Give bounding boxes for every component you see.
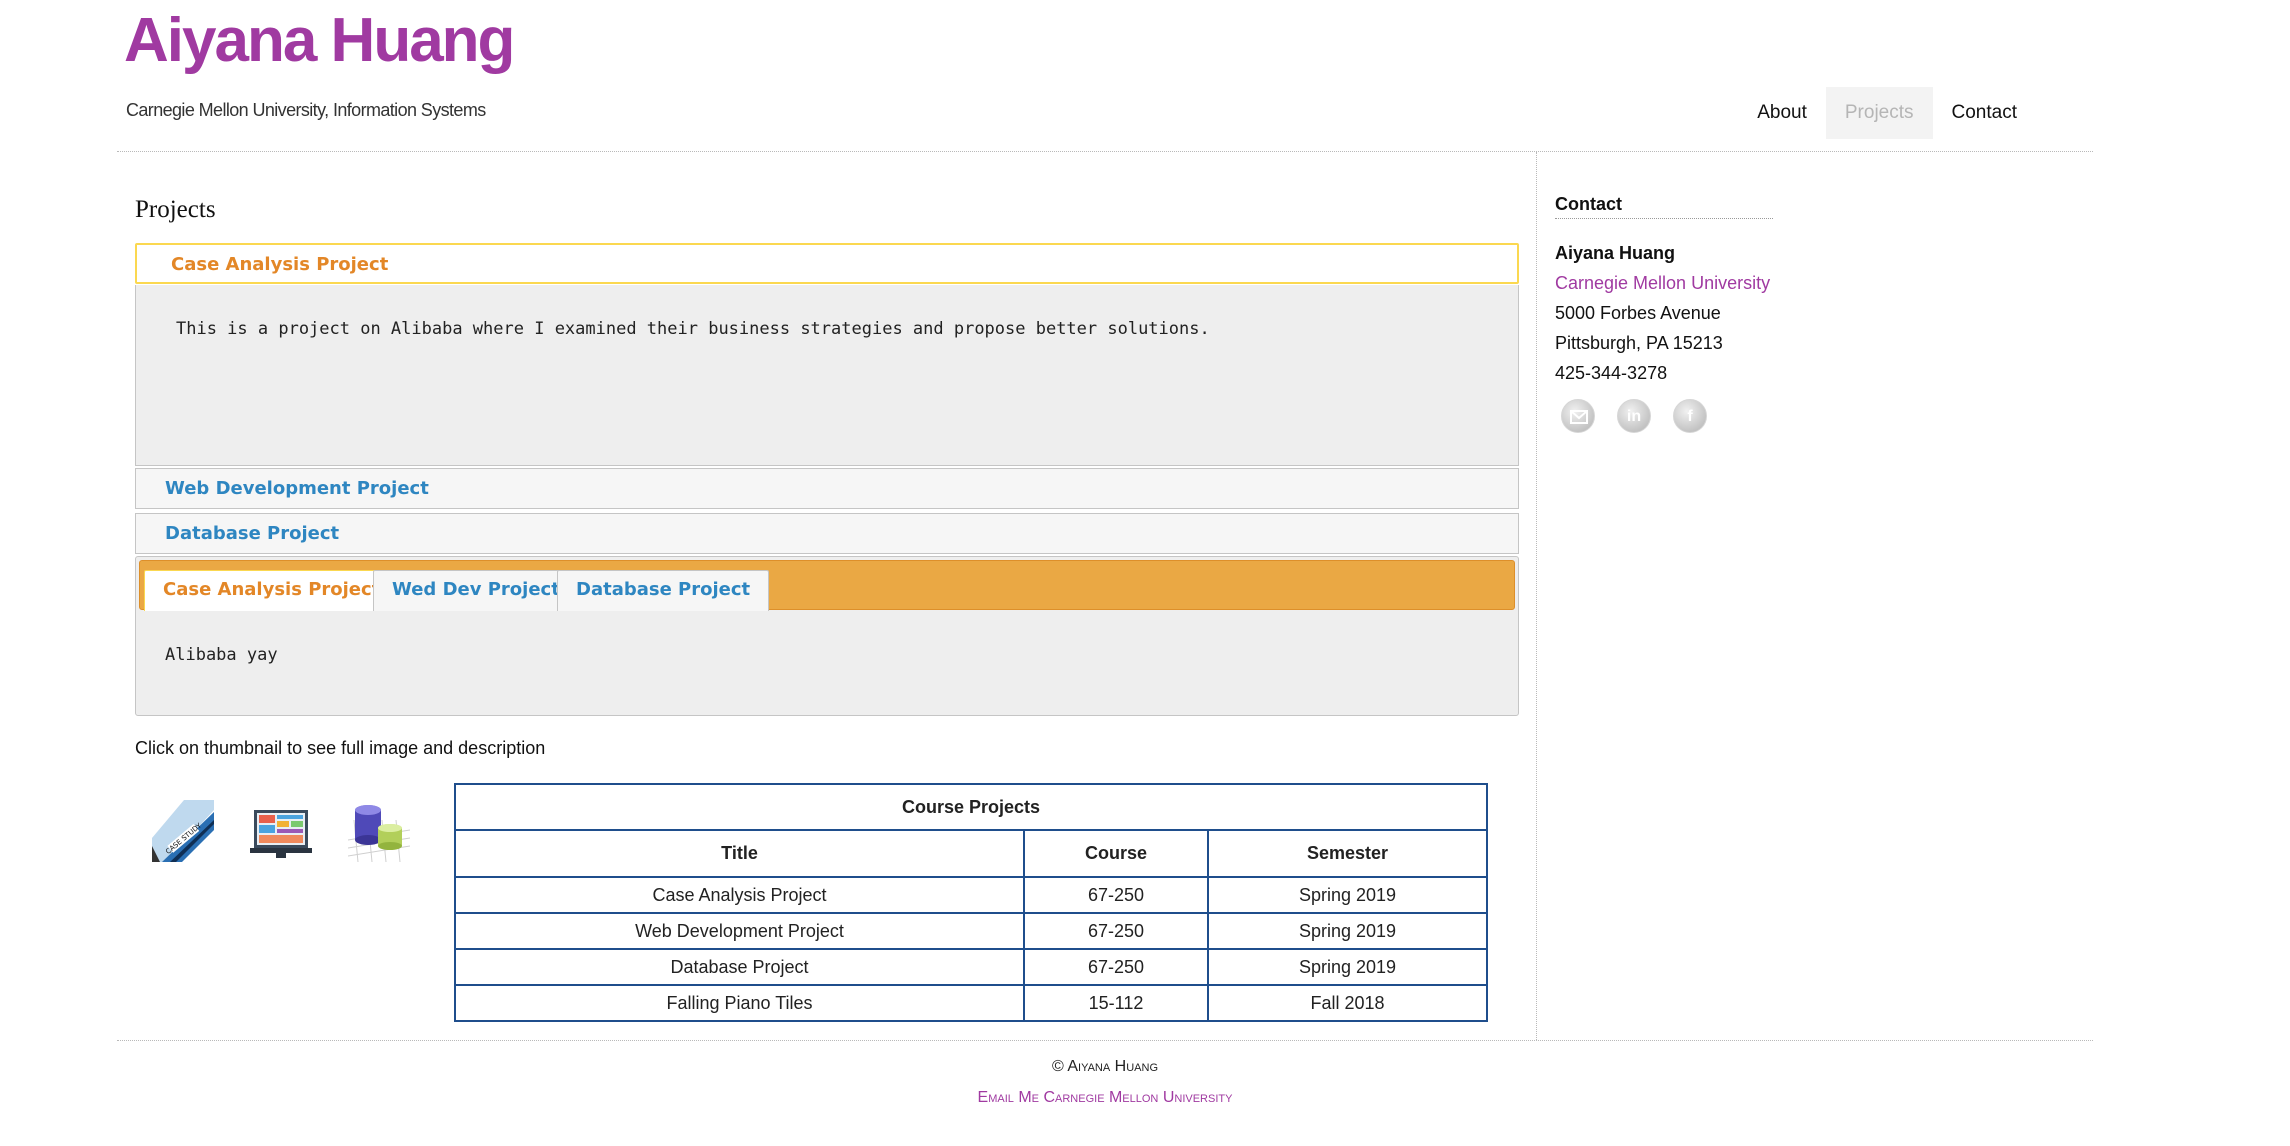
facebook-glyph: f bbox=[1687, 408, 1693, 425]
contact-address-line1: 5000 Forbes Avenue bbox=[1555, 303, 1721, 323]
site-subtitle: Carnegie Mellon University, Information … bbox=[126, 100, 486, 120]
contact-address-line2: Pittsburgh, PA 15213 bbox=[1555, 333, 1723, 353]
linkedin-icon[interactable]: in bbox=[1617, 399, 1651, 433]
table-row: Case Analysis Project 67-250 Spring 2019 bbox=[454, 876, 1488, 914]
accordion-panel-text: This is a project on Alibaba where I exa… bbox=[176, 319, 1210, 339]
table-row: Database Project 67-250 Spring 2019 bbox=[454, 948, 1488, 986]
footer-copyright: © Aiyana Huang bbox=[1052, 1058, 1158, 1075]
database-thumbnail-icon[interactable] bbox=[348, 800, 410, 862]
accordion-panel-case-analysis: This is a project on Alibaba where I exa… bbox=[135, 285, 1519, 466]
table-row: Web Development Project 67-250 Spring 20… bbox=[454, 912, 1488, 950]
table-cell: 67-250 bbox=[1023, 912, 1209, 950]
tab-database[interactable]: Database Project bbox=[557, 570, 770, 611]
contact-heading: Contact bbox=[1555, 194, 1773, 219]
contact-university-link[interactable]: Carnegie Mellon University bbox=[1555, 273, 1770, 294]
tab-panel-text: Alibaba yay bbox=[165, 645, 278, 665]
sidebar-divider bbox=[1536, 152, 1537, 1040]
table-header-course: Course bbox=[1023, 829, 1209, 878]
table-header-row: Title Course Semester bbox=[454, 829, 1488, 878]
email-icon[interactable] bbox=[1561, 399, 1595, 433]
thumbnail-caption: Click on thumbnail to see full image and… bbox=[135, 738, 546, 758]
case-study-thumbnail-icon[interactable]: CASE STUDY bbox=[152, 800, 214, 862]
table-cell: Fall 2018 bbox=[1207, 984, 1488, 1022]
table-cell: Web Development Project bbox=[454, 912, 1025, 950]
footer-links: Email Me Carnegie Mellon University bbox=[0, 1089, 2210, 1107]
site-title[interactable]: Aiyana Huang bbox=[124, 2, 515, 80]
footer-divider bbox=[117, 1040, 2093, 1041]
footer-email-link[interactable]: Email Me bbox=[978, 1089, 1039, 1106]
table-cell: Case Analysis Project bbox=[454, 876, 1025, 914]
web-dev-thumbnail-icon[interactable] bbox=[250, 800, 312, 862]
facebook-icon[interactable]: f bbox=[1673, 399, 1707, 433]
footer-university-link[interactable]: Carnegie Mellon University bbox=[1043, 1089, 1232, 1106]
course-projects-table: Course Projects Title Course Semester Ca… bbox=[454, 783, 1488, 1022]
table-cell: 67-250 bbox=[1023, 948, 1209, 986]
table-header-title: Title bbox=[454, 829, 1025, 878]
header-divider bbox=[117, 151, 2093, 152]
main-nav: About Projects Contact bbox=[1738, 87, 2036, 139]
nav-item-contact[interactable]: Contact bbox=[1933, 87, 2036, 139]
page: Aiyana Huang Carnegie Mellon University,… bbox=[0, 0, 2290, 1146]
table-cell: Falling Piano Tiles bbox=[454, 984, 1025, 1022]
accordion-header-case-analysis[interactable]: Case Analysis Project bbox=[135, 243, 1519, 284]
tab-web-dev[interactable]: Wed Dev Project bbox=[373, 570, 579, 611]
table-cell: Spring 2019 bbox=[1207, 912, 1488, 950]
accordion-header-web-development[interactable]: Web Development Project bbox=[135, 468, 1519, 509]
page-title: Projects bbox=[135, 196, 216, 223]
table-caption: Course Projects bbox=[454, 783, 1488, 831]
table-header-semester: Semester bbox=[1207, 829, 1488, 878]
nav-item-about[interactable]: About bbox=[1738, 87, 1826, 139]
table-cell: Database Project bbox=[454, 948, 1025, 986]
linkedin-glyph: in bbox=[1626, 408, 1642, 425]
project-tabs: Case Analysis Project Wed Dev Project Da… bbox=[135, 556, 1519, 716]
table-cell: 67-250 bbox=[1023, 876, 1209, 914]
table-cell: Spring 2019 bbox=[1207, 948, 1488, 986]
tab-bar: Case Analysis Project Wed Dev Project Da… bbox=[139, 560, 1515, 611]
accordion-header-database[interactable]: Database Project bbox=[135, 513, 1519, 554]
nav-item-projects[interactable]: Projects bbox=[1825, 87, 1933, 139]
table-cell: Spring 2019 bbox=[1207, 876, 1488, 914]
table-cell: 15-112 bbox=[1023, 984, 1209, 1022]
contact-name: Aiyana Huang bbox=[1555, 243, 1676, 263]
envelope-glyph bbox=[1570, 410, 1588, 424]
table-row: Falling Piano Tiles 15-112 Fall 2018 bbox=[454, 984, 1488, 1022]
tab-case-analysis[interactable]: Case Analysis Project bbox=[144, 570, 400, 611]
contact-phone: 425-344-3278 bbox=[1555, 363, 1668, 383]
